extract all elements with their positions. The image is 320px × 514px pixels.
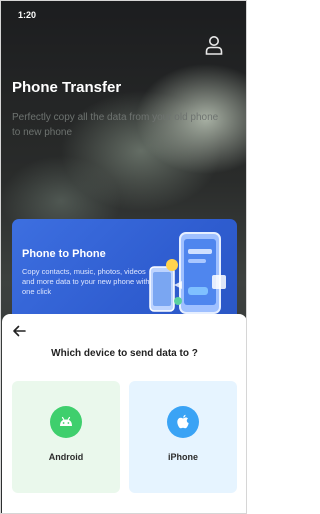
iphone-option-button[interactable]: iPhone	[129, 381, 237, 493]
phone-transfer-illustration	[149, 232, 226, 314]
android-label: Android	[48, 452, 84, 462]
apple-icon	[167, 406, 199, 438]
arrow-left-icon[interactable]	[11, 324, 27, 338]
android-icon	[50, 406, 82, 438]
app-screen: 1:20 Phone Transfer Perfectly copy all t…	[0, 0, 247, 514]
sheet-question: Which device to send data to ?	[51, 348, 198, 359]
page-title: Phone Transfer	[12, 79, 122, 96]
card-description: Copy contacts, music, photos, videos and…	[22, 267, 150, 296]
android-option-button[interactable]: Android	[12, 381, 120, 493]
user-icon[interactable]	[205, 35, 223, 55]
device-selection-sheet: Which device to send data to ? Android i…	[2, 314, 246, 513]
iphone-label: iPhone	[167, 452, 198, 462]
card-title: Phone to Phone	[22, 248, 106, 260]
page-subtitle: Perfectly copy all the data from your ol…	[12, 112, 219, 138]
status-time: 1:20	[18, 10, 37, 20]
